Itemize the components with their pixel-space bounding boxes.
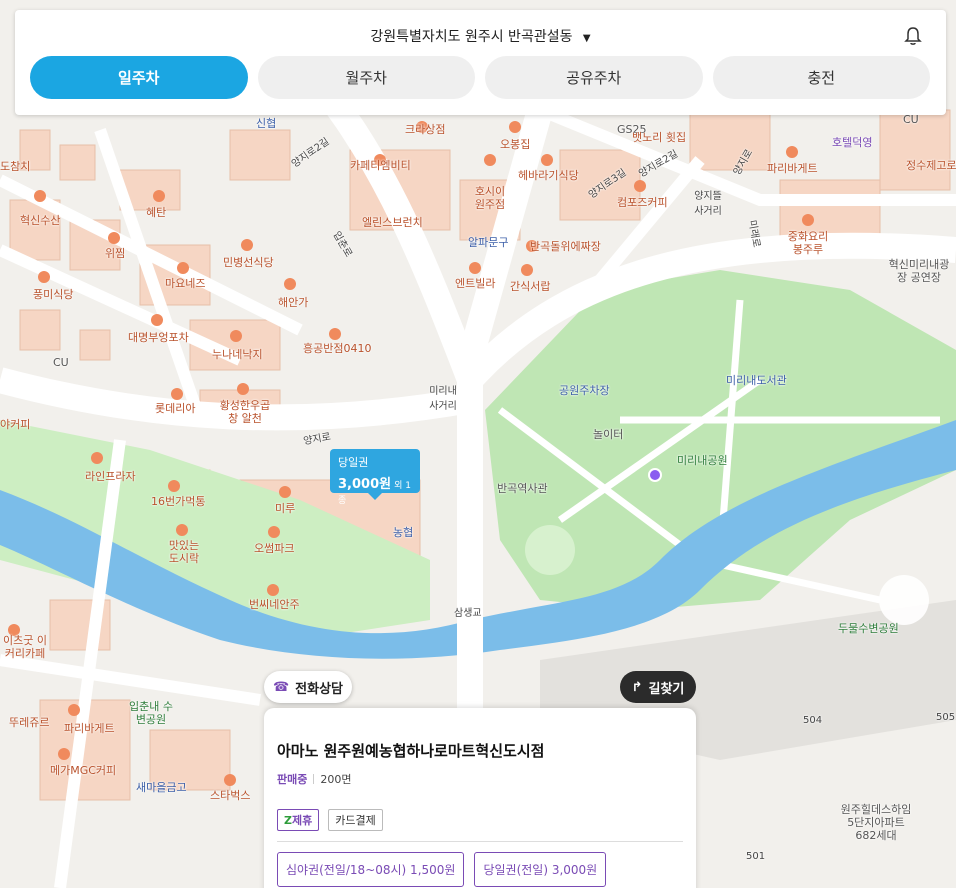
- poi-label[interactable]: 반곡역사관: [497, 482, 548, 495]
- unit-count: 200면: [320, 773, 352, 786]
- poi-label[interactable]: 카페티엠비티: [350, 159, 411, 172]
- card-payment-badge: 카드결제: [328, 809, 383, 831]
- poi-label[interactable]: 마요네즈: [165, 277, 205, 290]
- caret-down-icon: ▼: [582, 33, 591, 44]
- poi-label[interactable]: 반곡돌위에짜장: [530, 240, 601, 253]
- poi-label[interactable]: 이츠굿 이커리카페: [0, 634, 50, 660]
- parking-lot-card[interactable]: 아마노 원주원예농협하나로마트혁신도시점 판매중 200면 Z제휴 카드결제 심…: [264, 708, 696, 888]
- poi-label[interactable]: 간식서랍: [510, 280, 550, 293]
- poi-label[interactable]: 흥공반점0410: [303, 342, 371, 355]
- top-filter-panel: 강원특별자치도 원주시 반곡관설동 ▼ 일주차 월주차 공유주차 충전: [15, 10, 946, 115]
- poi-label[interactable]: 뚜레쥬르: [9, 716, 49, 729]
- address-selector[interactable]: 강원특별자치도 원주시 반곡관설동 ▼: [15, 26, 946, 46]
- poi-label[interactable]: 중화요리 봉주루: [787, 230, 829, 256]
- road-label: 삼생교: [454, 608, 482, 619]
- parking-type-tabs: 일주차 월주차 공유주차 충전: [30, 56, 930, 99]
- road-label: 양지뜰 사거리: [694, 191, 722, 217]
- poi-label[interactable]: 원주힐데스하임 5단지아파트 682세대: [838, 803, 914, 842]
- poi-label[interactable]: 두물수변공원: [838, 622, 899, 635]
- poi-label[interactable]: 롯데리아: [155, 402, 195, 415]
- poi-label[interactable]: 호시이 원주점: [472, 185, 508, 211]
- poi-label[interactable]: 헤바라기식당: [518, 169, 579, 182]
- bell-icon[interactable]: [904, 26, 922, 46]
- poi-label[interactable]: CU: [53, 356, 69, 369]
- partner-logo-icon: Z: [284, 814, 292, 827]
- poi-label[interactable]: 파리바게트: [767, 162, 818, 175]
- poi-label[interactable]: 파리바게트: [64, 722, 115, 735]
- road-label: 미리내 사거리: [429, 386, 457, 412]
- poi-label[interactable]: 민병선식당: [223, 256, 274, 269]
- poi-label[interactable]: 놀이터: [593, 428, 623, 441]
- poi-label[interactable]: 컴포즈커피: [617, 196, 668, 209]
- poi-label[interactable]: 새마을금고: [136, 781, 187, 794]
- poi-label[interactable]: 혁신미리내광장 공연장: [886, 258, 952, 284]
- poi-label[interactable]: 호텔덕영: [832, 136, 872, 149]
- poi-label[interactable]: 미리내도서관: [726, 374, 787, 387]
- tab-charging[interactable]: 충전: [712, 56, 930, 99]
- poi-label[interactable]: 오봉집: [500, 138, 530, 151]
- poi-label[interactable]: 라인프라자: [85, 470, 136, 483]
- turn-right-icon: ↱: [631, 679, 643, 695]
- poi-label[interactable]: 신협: [256, 117, 276, 130]
- poi-label[interactable]: 입춘내 수변공원: [128, 700, 174, 726]
- divider: [313, 774, 315, 784]
- poi-label[interactable]: 미루: [275, 502, 295, 515]
- poi-label[interactable]: 엘린스브런치: [362, 216, 423, 229]
- poi-label[interactable]: 야커피: [0, 418, 30, 431]
- poi-label[interactable]: 맛있는 도시락: [167, 539, 201, 565]
- address-text: 강원특별자치도 원주시 반곡관설동: [370, 29, 573, 45]
- poi-label[interactable]: 16번가먹통: [151, 495, 205, 508]
- poi-label[interactable]: 풍미식당: [33, 288, 73, 301]
- poi-label[interactable]: 엔트빌라: [455, 277, 495, 290]
- poi-label[interactable]: 정수제고로: [906, 159, 956, 172]
- parking-lot-name: 아마노 원주원예농협하나로마트혁신도시점: [277, 742, 545, 760]
- poi-label[interactable]: 미리내공원: [677, 454, 728, 467]
- poi-label[interactable]: 혜탄: [146, 206, 166, 219]
- poi-label[interactable]: 공원주차장: [559, 384, 610, 397]
- ticket-night[interactable]: 심야권(전일/18~08시) 1,500원: [277, 852, 465, 887]
- parking-price-marker[interactable]: 당일권 3,000원 외 1종: [330, 449, 420, 506]
- poi-label[interactable]: 농협: [393, 526, 413, 539]
- marker-price: 3,000원: [338, 477, 392, 492]
- poi-label[interactable]: 혁신수산: [20, 214, 60, 227]
- ticket-daily[interactable]: 당일권(전일) 3,000원: [474, 852, 607, 887]
- phone-consult-label: 전화상담: [295, 681, 344, 697]
- tab-monthly[interactable]: 월주차: [257, 56, 475, 99]
- sale-status: 판매중: [277, 773, 308, 786]
- poi-label[interactable]: 위찜: [105, 247, 125, 260]
- directions-button[interactable]: ↱ 길찾기: [620, 671, 696, 703]
- poi-label[interactable]: 메가MGC커피: [50, 764, 116, 777]
- tab-shared[interactable]: 공유주차: [485, 56, 703, 99]
- divider: [277, 841, 683, 842]
- poi-label[interactable]: 오썸파크: [254, 542, 294, 555]
- poi-label[interactable]: 도참치: [0, 160, 30, 173]
- phone-consult-button[interactable]: ☎ 전화상담: [264, 671, 352, 703]
- poi-label[interactable]: 크라상점: [405, 123, 445, 136]
- poi-label[interactable]: 황성한우곱창 알천: [215, 399, 275, 425]
- poi-label[interactable]: 스타벅스: [210, 789, 250, 802]
- headset-icon: ☎: [272, 679, 290, 695]
- poi-label[interactable]: 알파문구: [468, 236, 508, 249]
- partner-badge: Z제휴: [277, 809, 320, 831]
- building-number: 501: [746, 851, 766, 862]
- building-number: 504: [803, 715, 823, 726]
- marker-ticket-type: 당일권: [338, 456, 369, 469]
- tab-daily[interactable]: 일주차: [30, 56, 248, 99]
- building-number: 505: [936, 712, 956, 723]
- poi-label[interactable]: 뱃노리 횟집: [632, 131, 686, 144]
- poi-label[interactable]: 번씨네안주: [249, 598, 300, 611]
- poi-label[interactable]: 누나네낙지: [212, 348, 263, 361]
- poi-label[interactable]: 해안가: [278, 296, 308, 309]
- poi-label[interactable]: 대명부엉포차: [128, 331, 189, 344]
- directions-label: 길찾기: [648, 681, 685, 697]
